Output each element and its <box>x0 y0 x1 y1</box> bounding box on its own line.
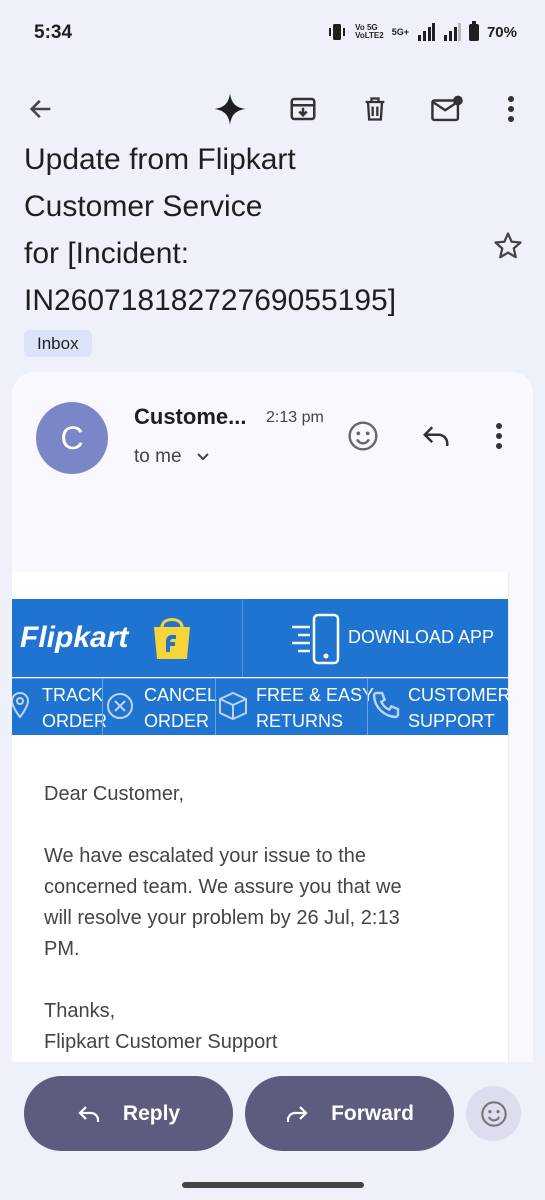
delete-button[interactable] <box>354 88 396 130</box>
message-line: will resolve your problem by 26 Jul, 2:1… <box>44 907 400 929</box>
nav-line: TRACK <box>42 685 104 705</box>
inbox-label[interactable]: Inbox <box>24 330 92 357</box>
arrow-left-icon <box>29 99 51 119</box>
flipkart-banner[interactable]: Flipkart DOWNLOAD APP <box>12 599 508 677</box>
nav-line: SUPPORT <box>408 711 495 731</box>
nav-line: ORDER <box>144 711 210 731</box>
subject-line: Update from Flipkart <box>24 143 296 176</box>
reply-icon <box>78 1105 100 1122</box>
emoji-react-button[interactable] <box>343 416 383 456</box>
forward-button[interactable]: Forward <box>245 1076 454 1151</box>
nav-line: CUSTOMER <box>408 685 509 705</box>
battery-percent: 70% <box>486 23 517 41</box>
message-more-button[interactable] <box>479 416 519 456</box>
sign-off: Thanks, Flipkart Customer Support <box>44 996 464 1058</box>
fiveg-indicator: 5G+ <box>391 27 409 37</box>
flipkart-nav: TRACK ORDER CANCEL ORDER FREE & EASY RETURN… <box>12 678 508 735</box>
email-time: 2:13 pm <box>266 409 324 426</box>
return-box-icon <box>219 691 247 721</box>
more-options-button[interactable] <box>490 88 532 130</box>
email-card: C Custome... 2:13 pm to me Flipkart DOWN… <box>12 372 533 1062</box>
location-pin-icon <box>12 691 30 719</box>
signature-line: Flipkart Customer Support <box>44 1031 278 1053</box>
sender-name[interactable]: Custome... <box>134 404 246 430</box>
chevron-down-icon <box>196 453 209 461</box>
message-line: PM. <box>44 938 80 960</box>
subject-line: for [Incident: <box>24 237 190 270</box>
bottom-action-bar: Reply Forward <box>0 1062 545 1200</box>
track-order-link[interactable]: TRACK ORDER <box>12 679 107 735</box>
home-indicator[interactable] <box>182 1182 364 1188</box>
signal-icon <box>417 23 435 41</box>
signal-2-icon <box>443 23 461 41</box>
status-time: 5:34 <box>34 22 73 43</box>
message-line: We have escalated your issue to the <box>44 845 367 867</box>
flipkart-logo[interactable]: Flipkart <box>20 621 128 655</box>
status-icons: Vo 5G VoLTE2 5G+ 70% <box>327 20 517 42</box>
trash-icon <box>365 97 385 121</box>
nav-line: CANCEL <box>144 685 218 705</box>
archive-button[interactable] <box>282 88 324 130</box>
mobile-download-icon <box>292 613 340 665</box>
forward-label: Forward <box>331 1101 414 1125</box>
more-vert-icon <box>508 96 514 122</box>
add-reaction-button[interactable] <box>466 1086 521 1141</box>
recipient-label: to me <box>134 446 182 467</box>
smiley-icon <box>480 1100 507 1127</box>
mark-unread-button[interactable] <box>426 88 468 130</box>
status-bar: 5:34 Vo 5G VoLTE2 5G+ 70% <box>0 0 545 64</box>
phone-icon <box>372 691 400 719</box>
forward-icon <box>286 1105 308 1122</box>
more-vert-icon <box>496 423 502 449</box>
sparkle-icon <box>214 93 246 125</box>
reply-icon-button[interactable] <box>416 416 456 456</box>
mail-unread-icon <box>431 95 463 122</box>
volte-indicator: Vo 5G VoLTE2 <box>355 23 384 40</box>
shopping-bag-icon <box>154 618 190 659</box>
star-button[interactable] <box>488 226 528 266</box>
reply-button[interactable]: Reply <box>24 1076 233 1151</box>
avatar[interactable]: C <box>36 402 108 474</box>
cancel-circle-icon <box>107 693 133 719</box>
top-toolbar <box>0 78 545 140</box>
recipient-toggle[interactable]: to me <box>134 446 210 468</box>
subject-line: IN260718182727690551​95] <box>24 284 397 317</box>
cancel-order-link[interactable]: CANCEL ORDER <box>103 679 218 735</box>
battery-icon <box>468 20 479 41</box>
star-icon <box>494 232 522 259</box>
email-subject: Update from Flipkart Customer Service fo… <box>24 140 464 324</box>
archive-icon <box>290 97 316 121</box>
reply-icon <box>422 426 449 446</box>
back-button[interactable] <box>20 88 62 130</box>
returns-link[interactable]: FREE & EASY RETURNS <box>216 679 374 735</box>
message-line: concerned team. We assure you that we <box>44 876 402 898</box>
subject-line: Customer Service <box>24 190 263 223</box>
vibrate-icon <box>329 24 346 40</box>
smiley-icon <box>348 421 378 451</box>
thanks-line: Thanks, <box>44 1000 116 1022</box>
message-paragraph: We have escalated your issue to the conc… <box>44 841 464 965</box>
email-body: Flipkart DOWNLOAD APP TRACK ORDER CANCEL… <box>12 572 509 1062</box>
reply-label: Reply <box>122 1101 181 1125</box>
nav-line: RETURNS <box>256 711 344 731</box>
download-app-link[interactable]: DOWNLOAD APP <box>348 627 494 648</box>
greeting: Dear Customer, <box>44 783 185 805</box>
customer-support-link[interactable]: CUSTOMER SUPPORT <box>368 679 508 735</box>
nav-line: ORDER <box>42 711 108 731</box>
banner-divider <box>242 599 243 677</box>
nav-line: FREE & EASY <box>256 685 375 705</box>
gemini-button[interactable] <box>209 88 251 130</box>
